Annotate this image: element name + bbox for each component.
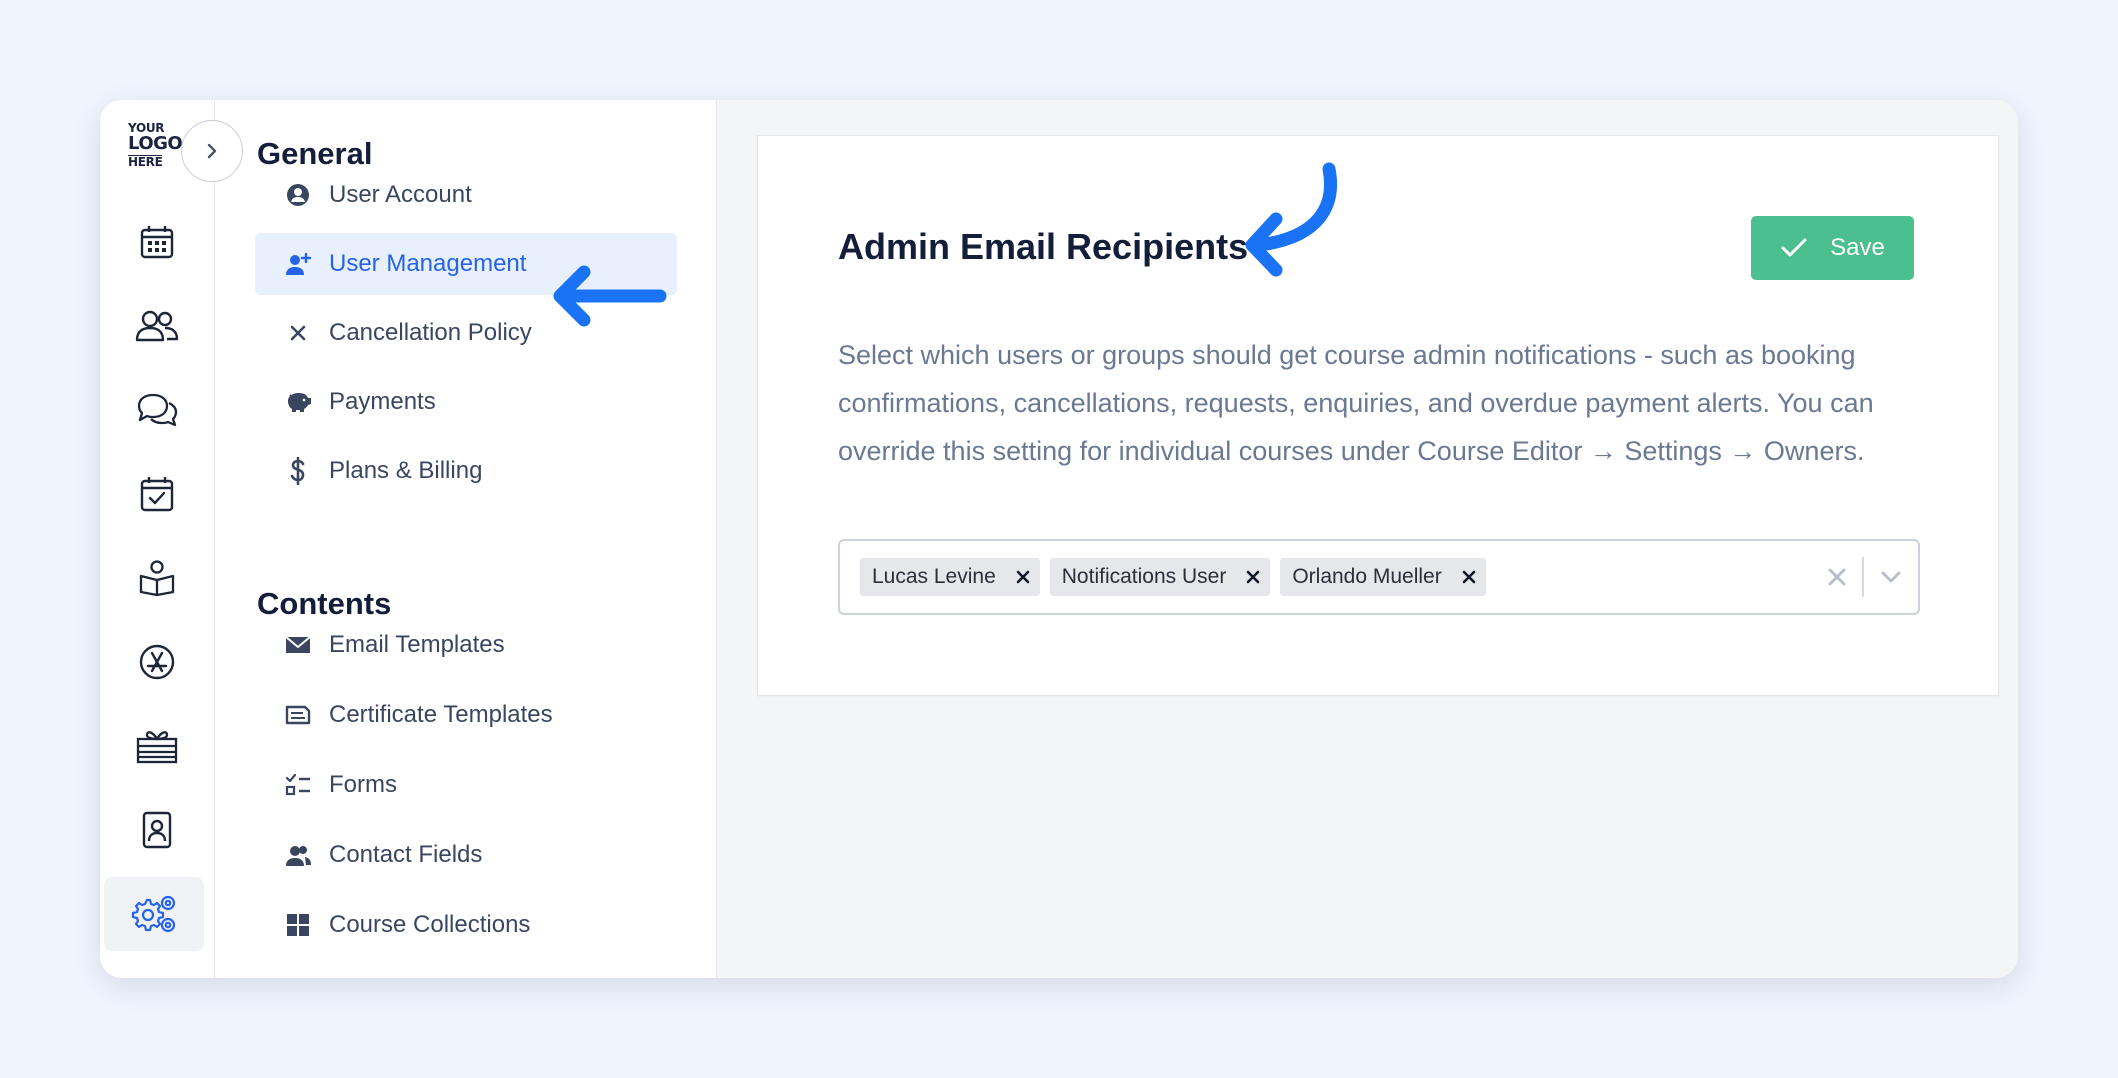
- app-window: YOUR LOGO HERE General User Account User…: [100, 100, 2018, 978]
- card-title: Admin Email Recipients: [838, 226, 1249, 267]
- x-icon: [283, 318, 313, 348]
- remove-tag-icon[interactable]: [1006, 558, 1040, 596]
- chat-icon: [137, 393, 178, 427]
- nav-item-label: Contact Fields: [329, 841, 483, 868]
- nav-item-payments[interactable]: Payments: [255, 371, 677, 433]
- users-icon: [135, 310, 179, 342]
- nav-item-email-templates[interactable]: Email Templates: [255, 614, 677, 676]
- rail-settings[interactable]: [104, 877, 204, 951]
- chevron-right-icon: [207, 143, 217, 159]
- nav-item-label: User Account: [329, 181, 472, 208]
- nav-item-label: Payments: [329, 388, 436, 415]
- dollar-icon: [283, 456, 313, 486]
- rail-learners[interactable]: [127, 548, 187, 608]
- nav-item-forms[interactable]: Forms: [255, 754, 677, 816]
- check-icon: [1781, 238, 1807, 257]
- rail-users[interactable]: [127, 296, 187, 356]
- nav-item-certificate-templates[interactable]: Certificate Templates: [255, 684, 677, 746]
- rail-calendar[interactable]: [127, 212, 187, 272]
- clear-all-icon[interactable]: [1812, 541, 1862, 613]
- certificate-icon: [283, 700, 313, 730]
- expand-sidebar-button[interactable]: [181, 120, 243, 182]
- logo-line-2: LOGO: [128, 133, 183, 154]
- recipient-tag: Lucas Levine: [860, 558, 1040, 596]
- nav-item-label: Plans & Billing: [329, 457, 483, 484]
- logo-line-3: HERE: [128, 155, 163, 169]
- recipient-tag-label: Lucas Levine: [872, 565, 996, 588]
- nav-item-label: Email Templates: [329, 631, 505, 658]
- rail-apps[interactable]: [127, 632, 187, 692]
- nav-item-course-collections[interactable]: Course Collections: [255, 894, 677, 956]
- nav-item-label: Forms: [329, 771, 397, 798]
- recipient-tag-label: Notifications User: [1061, 565, 1227, 588]
- checklist-icon: [283, 770, 313, 800]
- nav-item-label: User Management: [329, 250, 527, 277]
- company-logo: YOUR LOGO HERE: [128, 122, 183, 174]
- recipients-multiselect[interactable]: Lucas Levine Notifications User Orlando …: [838, 539, 1920, 615]
- save-button-label: Save: [1830, 234, 1885, 261]
- nav-item-user-management[interactable]: User Management: [255, 233, 677, 295]
- main-content: Admin Email Recipients Save Select which…: [717, 100, 2018, 978]
- rail-messages[interactable]: [127, 380, 187, 440]
- settings-gears-icon: [131, 895, 176, 933]
- nav-item-label: Course Collections: [329, 911, 531, 938]
- nav-item-plans-billing[interactable]: Plans & Billing: [255, 440, 677, 502]
- rail-calendar-check[interactable]: [127, 464, 187, 524]
- rail-gifts[interactable]: [127, 716, 187, 776]
- user-circle-icon: [283, 180, 313, 210]
- contacts-icon: [283, 840, 313, 870]
- nav-item-label: Cancellation Policy: [329, 319, 532, 346]
- save-button[interactable]: Save: [1751, 216, 1914, 280]
- card-description: Select which users or groups should get …: [838, 340, 1874, 466]
- recipient-tag-label: Orlando Mueller: [1292, 565, 1442, 588]
- settings-nav: General User Account User Management Can…: [215, 100, 717, 978]
- multiselect-controls: [1812, 541, 1918, 613]
- calendar-icon: [140, 226, 174, 259]
- chevron-down-icon[interactable]: [1864, 541, 1918, 613]
- remove-tag-icon[interactable]: [1236, 558, 1270, 596]
- app-store-icon: [139, 644, 175, 680]
- nav-item-cancellation-policy[interactable]: Cancellation Policy: [255, 302, 677, 364]
- nav-item-label: Certificate Templates: [329, 701, 553, 728]
- piggy-bank-icon: [283, 387, 313, 417]
- icon-rail: YOUR LOGO HERE: [100, 100, 243, 978]
- recipient-tag: Notifications User: [1049, 558, 1271, 596]
- nav-item-user-account[interactable]: User Account: [255, 164, 677, 226]
- remove-tag-icon[interactable]: [1452, 558, 1486, 596]
- nav-item-contact-fields[interactable]: Contact Fields: [255, 824, 677, 886]
- calendar-check-icon: [140, 477, 174, 512]
- gift-icon: [136, 731, 178, 764]
- grid-icon: [283, 910, 313, 940]
- rail-contacts[interactable]: [127, 800, 187, 860]
- learner-book-icon: [139, 560, 175, 597]
- admin-email-recipients-card: Admin Email Recipients Save Select which…: [757, 135, 1999, 696]
- envelope-icon: [283, 630, 313, 660]
- user-plus-icon: [283, 249, 313, 279]
- recipient-tag: Orlando Mueller: [1280, 558, 1486, 596]
- contact-card-icon: [142, 811, 172, 849]
